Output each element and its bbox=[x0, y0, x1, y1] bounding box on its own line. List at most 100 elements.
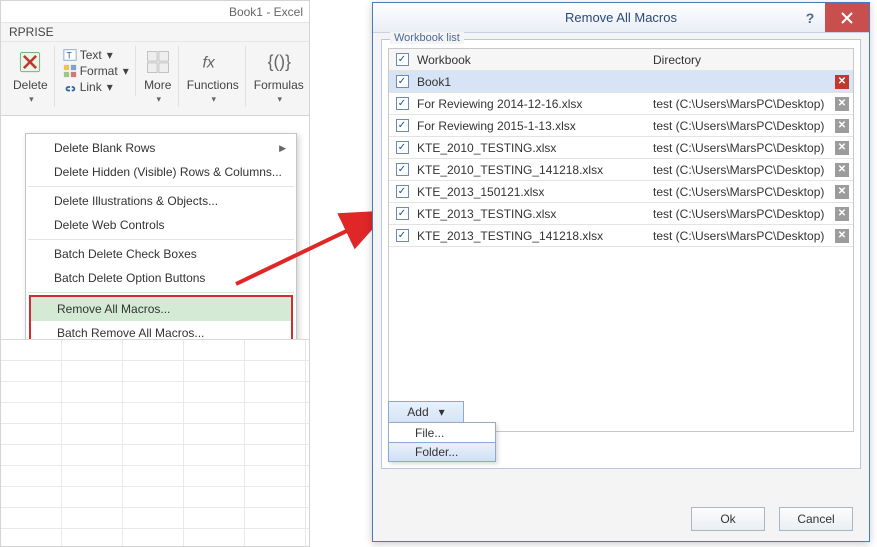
list-header: ✓ Workbook Directory bbox=[389, 49, 853, 71]
format-button[interactable]: Format▾ bbox=[63, 64, 129, 78]
caret-icon: ▾ bbox=[29, 94, 34, 105]
close-button[interactable] bbox=[825, 3, 869, 32]
list-row[interactable]: ✓For Reviewing 2014-12-16.xlsxtest (C:\U… bbox=[389, 93, 853, 115]
workbook-list: ✓ Workbook Directory ✓Book1✕✓For Reviewi… bbox=[388, 48, 854, 432]
add-button[interactable]: Add ▾ bbox=[388, 401, 464, 423]
functions-label: Functions bbox=[187, 78, 239, 92]
list-row[interactable]: ✓ KTE_2013_TESTING_141218.xlsxtest (C:\Us… bbox=[389, 225, 853, 247]
ribbon-group-functions: fx Functions ▾ bbox=[181, 46, 246, 107]
text-button[interactable]: T Text▾ bbox=[63, 48, 129, 62]
svg-text:{()}: {()} bbox=[267, 51, 291, 71]
row-workbook: KTE_2010_TESTING_141218.xlsx bbox=[415, 163, 651, 177]
add-button-wrap: Add ▾ File... Folder... bbox=[388, 401, 496, 462]
more-icon bbox=[144, 48, 172, 76]
row-directory: test (C:\Users\MarsPC\Desktop)✕ bbox=[651, 163, 853, 177]
row-checkbox[interactable]: ✓ bbox=[396, 97, 409, 110]
text-icon: T bbox=[63, 48, 77, 62]
delete-dropdown-menu: Delete Blank Rows▶Delete Hidden (Visible… bbox=[25, 133, 297, 351]
ok-button[interactable]: Ok bbox=[691, 507, 765, 531]
remove-macros-dialog: Remove All Macros ? Workbook list ✓ Work… bbox=[372, 2, 870, 542]
submenu-arrow-icon: ▶ bbox=[279, 143, 286, 154]
delete-label: Delete bbox=[13, 78, 48, 92]
list-row[interactable]: ✓KTE_2010_TESTING.xlsxtest (C:\Users\Mar… bbox=[389, 137, 853, 159]
row-directory: test (C:\Users\MarsPC\Desktop)✕ bbox=[651, 97, 853, 111]
ribbon-group-textformat: T Text▾ Format▾ Link▾ bbox=[57, 46, 136, 96]
row-directory: test (C:\Users\MarsPC\Desktop)✕ bbox=[651, 229, 853, 243]
ribbon-group-formulas: {()} Formulas ▾ bbox=[248, 46, 310, 107]
delete-icon bbox=[16, 48, 44, 76]
list-row[interactable]: ✓ KTE_2013_TESTING.xlsxtest (C:\Users\Mar… bbox=[389, 203, 853, 225]
row-remove-button[interactable]: ✕ bbox=[835, 185, 849, 199]
menu-item[interactable]: Remove All Macros... bbox=[31, 297, 291, 321]
group-label: Workbook list bbox=[390, 32, 464, 44]
menu-separator bbox=[28, 186, 294, 187]
dialog-controls: ? bbox=[795, 3, 869, 32]
excel-title: Book1 - Excel bbox=[229, 5, 303, 19]
menu-item[interactable]: Delete Web Controls bbox=[28, 213, 294, 237]
row-workbook: KTE_2013_TESTING_141218.xlsx bbox=[415, 229, 651, 243]
row-workbook: KTE_2013_150121.xlsx bbox=[415, 185, 651, 199]
row-remove-button[interactable]: ✕ bbox=[835, 207, 849, 221]
row-workbook: KTE_2013_TESTING.xlsx bbox=[415, 207, 651, 221]
text-label: Text bbox=[80, 48, 102, 62]
menu-separator bbox=[28, 292, 294, 293]
row-remove-button[interactable]: ✕ bbox=[835, 163, 849, 177]
row-remove-button[interactable]: ✕ bbox=[835, 119, 849, 133]
row-workbook: For Reviewing 2015-1-13.xlsx bbox=[415, 119, 651, 133]
row-directory: test (C:\Users\MarsPC\Desktop)✕ bbox=[651, 207, 853, 221]
ribbon-tab[interactable]: RPRISE bbox=[1, 23, 309, 42]
braces-icon: {()} bbox=[265, 48, 293, 76]
add-dropdown-menu: File... Folder... bbox=[388, 422, 496, 462]
row-remove-button[interactable]: ✕ bbox=[835, 75, 849, 89]
menu-separator bbox=[28, 239, 294, 240]
more-button[interactable]: More ▾ bbox=[144, 48, 172, 105]
list-row[interactable]: ✓ KTE_2013_150121.xlsxtest (C:\Users\Mars… bbox=[389, 181, 853, 203]
row-checkbox[interactable]: ✓ bbox=[396, 141, 409, 154]
list-row[interactable]: ✓ For Reviewing 2015-1-13.xlsxtest (C:\Us… bbox=[389, 115, 853, 137]
cancel-button[interactable]: Cancel bbox=[779, 507, 853, 531]
row-checkbox[interactable]: ✓ bbox=[396, 185, 409, 198]
row-checkbox[interactable]: ✓ bbox=[396, 207, 409, 220]
row-directory: ✕ bbox=[651, 75, 853, 89]
row-directory: test (C:\Users\MarsPC\Desktop)✕ bbox=[651, 185, 853, 199]
menu-item[interactable]: Delete Blank Rows▶ bbox=[28, 136, 294, 160]
menu-item[interactable]: Batch Delete Option Buttons bbox=[28, 266, 294, 290]
select-all-checkbox[interactable]: ✓ bbox=[396, 53, 409, 66]
row-checkbox[interactable]: ✓ bbox=[396, 75, 409, 88]
excel-titlebar: Book1 - Excel bbox=[1, 1, 309, 23]
menu-item[interactable]: Batch Delete Check Boxes bbox=[28, 242, 294, 266]
fx-icon: fx bbox=[199, 48, 227, 76]
ribbon-group-delete: Delete ▾ bbox=[7, 46, 55, 107]
format-icon bbox=[63, 64, 77, 78]
col-workbook[interactable]: Workbook bbox=[415, 53, 651, 67]
add-file-item[interactable]: File... bbox=[389, 423, 495, 443]
row-directory: test (C:\Users\MarsPC\Desktop)✕ bbox=[651, 119, 853, 133]
list-row[interactable]: ✓ KTE_2010_TESTING_141218.xlsxtest (C:\Us… bbox=[389, 159, 853, 181]
delete-button[interactable]: Delete ▾ bbox=[13, 48, 48, 105]
format-label: Format bbox=[80, 64, 118, 78]
add-folder-item[interactable]: Folder... bbox=[388, 442, 496, 462]
formulas-button[interactable]: {()} Formulas ▾ bbox=[254, 48, 304, 105]
spreadsheet-grid[interactable] bbox=[1, 339, 309, 546]
formulas-label: Formulas bbox=[254, 78, 304, 92]
caret-icon: ▾ bbox=[278, 94, 283, 105]
caret-icon: ▾ bbox=[156, 94, 161, 105]
menu-item[interactable]: Delete Hidden (Visible) Rows & Columns..… bbox=[28, 160, 294, 184]
caret-icon: ▾ bbox=[439, 405, 445, 419]
row-checkbox[interactable]: ✓ bbox=[396, 163, 409, 176]
row-remove-button[interactable]: ✕ bbox=[835, 97, 849, 111]
link-button[interactable]: Link▾ bbox=[63, 80, 129, 94]
row-checkbox[interactable]: ✓ bbox=[396, 229, 409, 242]
menu-item[interactable]: Delete Illustrations & Objects... bbox=[28, 189, 294, 213]
row-checkbox[interactable]: ✓ bbox=[396, 119, 409, 132]
row-remove-button[interactable]: ✕ bbox=[835, 141, 849, 155]
row-remove-button[interactable]: ✕ bbox=[835, 229, 849, 243]
functions-button[interactable]: fx Functions ▾ bbox=[187, 48, 239, 105]
caret-icon: ▾ bbox=[107, 80, 113, 94]
row-directory: test (C:\Users\MarsPC\Desktop)✕ bbox=[651, 141, 853, 155]
help-button[interactable]: ? bbox=[795, 3, 825, 32]
caret-icon: ▾ bbox=[211, 94, 216, 105]
list-row[interactable]: ✓Book1✕ bbox=[389, 71, 853, 93]
dialog-titlebar[interactable]: Remove All Macros ? bbox=[373, 3, 869, 33]
col-directory[interactable]: Directory bbox=[651, 53, 853, 67]
